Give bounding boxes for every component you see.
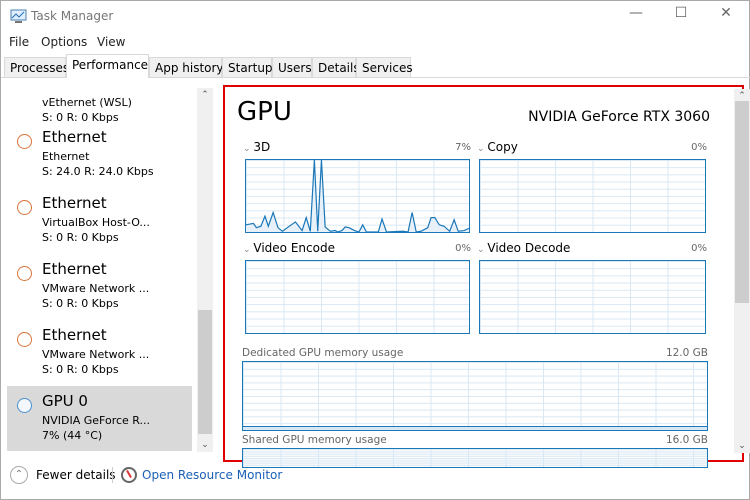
engine-video-encode-pct: 0%: [455, 243, 471, 254]
resource-monitor-icon: [121, 467, 137, 483]
menu-options[interactable]: Options: [41, 35, 87, 49]
menu-view[interactable]: View: [97, 35, 125, 49]
item-stat: S: 0 R: 0 Kbps: [42, 297, 119, 310]
chevron-up-icon[interactable]: ⌃: [10, 466, 28, 484]
engine-3d-pct: 7%: [455, 142, 471, 153]
dedicated-memory-graph: [242, 361, 708, 431]
tab-users[interactable]: Users: [272, 57, 312, 78]
sidebar-item-gpu-0[interactable]: GPU 0 NVIDIA GeForce R... 7% (44 °C): [7, 386, 192, 451]
item-title: Ethernet: [42, 128, 107, 146]
orange-circle-icon: [17, 134, 32, 149]
item-subtitle: VMware Network ...: [42, 282, 150, 295]
engine-video-decode-label[interactable]: ⌄ Video Decode: [477, 241, 570, 255]
sidebar-scrollbar[interactable]: ⌃ ⌄: [197, 88, 213, 452]
tab-bar: Processes Performance App history Startu…: [4, 54, 413, 78]
minimize-button[interactable]: —: [621, 5, 651, 21]
scroll-up-arrow-icon[interactable]: ⌃: [197, 90, 213, 100]
engine-copy-label[interactable]: ⌄ Copy: [477, 140, 518, 154]
open-resource-monitor-link[interactable]: Open Resource Monitor: [142, 468, 282, 482]
item-title: Ethernet: [42, 194, 107, 212]
item-stat: S: 0 R: 0 Kbps: [42, 363, 119, 376]
tab-details[interactable]: Details: [312, 57, 360, 78]
dedicated-memory-label: Dedicated GPU memory usage: [242, 347, 404, 359]
blue-circle-icon: [17, 398, 32, 413]
scroll-down-arrow-icon[interactable]: ⌄: [734, 441, 750, 451]
sidebar-item-ethernet[interactable]: Ethernet VMware Network ... S: 0 R: 0 Kb…: [7, 254, 192, 319]
engine-copy-pct: 0%: [691, 142, 707, 153]
tab-app-history[interactable]: App history: [149, 57, 224, 78]
item-title: GPU 0: [42, 392, 88, 410]
tab-startup[interactable]: Startup: [222, 57, 273, 78]
fewer-details-button[interactable]: Fewer details: [36, 468, 116, 482]
shared-memory-max: 16.0 GB: [665, 434, 708, 446]
orange-circle-icon: [17, 200, 32, 215]
shared-memory-graph: [242, 448, 708, 468]
gpu-panel: GPU NVIDIA GeForce RTX 3060 ⌄ 3D 7% ⌄ Co…: [223, 85, 750, 468]
main-scroll-thumb[interactable]: [735, 101, 749, 303]
tab-services[interactable]: Services: [356, 57, 413, 78]
engine-copy-graph: [479, 159, 706, 233]
sidebar-item-ethernet[interactable]: Ethernet VirtualBox Host-O... S: 0 R: 0 …: [7, 188, 192, 253]
item-title: Ethernet: [42, 260, 107, 278]
task-manager-icon: [10, 9, 27, 23]
sidebar-scroll-thumb[interactable]: [198, 310, 212, 434]
sidebar-item-ethernet[interactable]: Ethernet Ethernet S: 24.0 R: 24.0 Kbps: [7, 122, 192, 187]
item-subtitle: VirtualBox Host-O...: [42, 216, 150, 229]
main-scrollbar[interactable]: ⌃ ⌄: [734, 89, 750, 453]
item-subtitle: Ethernet: [42, 150, 90, 163]
page-title: GPU: [237, 97, 292, 127]
close-button[interactable]: ✕: [711, 5, 741, 21]
orange-circle-icon: [17, 332, 32, 347]
gpu-device-name: NVIDIA GeForce RTX 3060: [528, 109, 710, 125]
engine-3d-label[interactable]: ⌄ 3D: [243, 140, 270, 154]
maximize-button[interactable]: ☐: [666, 5, 696, 21]
tab-processes[interactable]: Processes: [4, 57, 69, 78]
item-stat: 7% (44 °C): [42, 429, 103, 442]
item-stat: S: 24.0 R: 24.0 Kbps: [42, 165, 154, 178]
item-subtitle: NVIDIA GeForce R...: [42, 414, 151, 427]
3d-usage-chart: [246, 160, 469, 232]
tab-performance[interactable]: Performance: [66, 54, 149, 78]
sidebar-item-ethernet[interactable]: Ethernet VMware Network ... S: 0 R: 0 Kb…: [7, 320, 192, 385]
engine-video-decode-graph: [479, 260, 706, 334]
engine-video-decode-pct: 0%: [691, 243, 707, 254]
item-stat: S: 0 R: 0 Kbps: [42, 231, 119, 244]
engine-video-encode-label[interactable]: ⌄ Video Encode: [243, 241, 335, 255]
shared-memory-label: Shared GPU memory usage: [242, 434, 387, 446]
dedicated-memory-max: 12.0 GB: [665, 347, 708, 359]
scroll-down-arrow-icon[interactable]: ⌄: [197, 440, 213, 450]
sidebar: vEthernet (WSL) S: 0 R: 0 Kbps Ethernet …: [1, 78, 216, 453]
3d-usage-area: [246, 160, 469, 232]
item-subtitle: vEthernet (WSL): [42, 96, 132, 109]
item-title: Ethernet: [42, 326, 107, 344]
menu-file[interactable]: File: [9, 35, 29, 49]
task-manager-window: Task Manager — ☐ ✕ File Options View Pro…: [0, 0, 750, 500]
engine-3d-graph: [245, 159, 470, 233]
footer-divider: [112, 467, 113, 483]
item-subtitle: VMware Network ...: [42, 348, 150, 361]
window-title: Task Manager: [31, 9, 114, 23]
scroll-up-arrow-icon[interactable]: ⌃: [734, 91, 750, 101]
orange-circle-icon: [17, 266, 32, 281]
engine-video-encode-graph: [245, 260, 470, 334]
